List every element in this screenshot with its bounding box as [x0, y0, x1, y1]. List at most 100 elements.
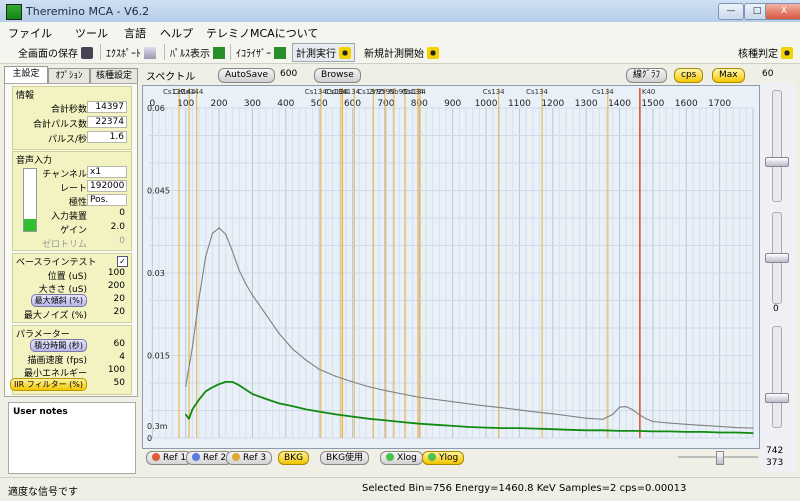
x-tick-label: 800 — [411, 99, 428, 109]
spectrum-data-point — [625, 406, 627, 408]
minimize-button[interactable]: — — [718, 3, 744, 20]
menu-tools[interactable]: ツール — [75, 25, 108, 41]
spectrum-data-point — [452, 425, 454, 427]
position-value[interactable]: 100 — [87, 268, 127, 280]
x-tick-label: 300 — [244, 99, 261, 109]
max-button[interactable]: Max — [712, 68, 745, 83]
spectrum-chart[interactable]: 0 100 200 300 400 500 600 700 800 900 1000 1100 1200… — [143, 86, 759, 448]
total-pulses-value: 22374 — [87, 116, 127, 128]
spectrum-data-point — [435, 424, 437, 426]
draw-speed-value[interactable]: 4 — [87, 352, 127, 364]
menu-file[interactable]: ファイル — [8, 25, 52, 41]
integration-time-value[interactable]: 60 — [87, 339, 127, 351]
baseline-row: 最大ノイズ (%) 20 — [23, 307, 127, 321]
spectrum-data-point — [602, 429, 604, 431]
menu-language[interactable]: 言語 — [124, 25, 146, 41]
integration-time-button[interactable]: 積分時間 (秒) — [30, 339, 87, 352]
menu-about[interactable]: テレミノMCAについて — [206, 25, 318, 41]
zero-trim-value[interactable]: 0 — [87, 236, 127, 248]
spectrum-data-point — [452, 401, 454, 403]
baseline-enable-checkbox[interactable]: ✓ — [117, 256, 128, 267]
x-tick-label: 1200 — [541, 99, 564, 109]
spectrum-data-point — [468, 403, 470, 405]
vertical-slider-1[interactable] — [772, 90, 782, 202]
spectrum-data-point — [685, 423, 687, 425]
graph-type-button[interactable]: 線ｸﾞﾗﾌ — [626, 68, 668, 83]
x-tick-label: 1300 — [575, 99, 598, 109]
max-value[interactable]: 60 — [762, 69, 773, 79]
audio-row: ゲイン 2.0 — [60, 222, 127, 236]
xlog-button[interactable]: Xlog — [380, 451, 423, 465]
gain-value[interactable]: 2.0 — [87, 222, 127, 234]
size-value[interactable]: 200 — [87, 281, 127, 293]
y-tick-label: 0.06 — [147, 104, 165, 113]
vertical-slider-3[interactable] — [772, 326, 782, 428]
max-noise-value[interactable]: 20 — [87, 307, 127, 319]
autosave-interval[interactable]: 600 — [280, 69, 297, 79]
autosave-button[interactable]: AutoSave — [218, 68, 275, 83]
bkg-use-button[interactable]: BKG使用 — [320, 451, 370, 465]
spectrum-data-point — [669, 422, 671, 424]
save-screen-button[interactable]: 全画面の保存 — [18, 45, 93, 60]
spectrum-data-point — [652, 430, 654, 432]
close-button[interactable]: X — [765, 3, 800, 20]
cps-button[interactable]: cps — [674, 68, 704, 83]
new-run-button[interactable]: 新規計測開始 — [364, 45, 439, 60]
vertical-slider-2-knob[interactable] — [765, 253, 789, 263]
export-button[interactable]: ｴｸｽﾎﾟｰﾄ — [106, 45, 156, 60]
tab-nuclide[interactable]: 核種設定 — [90, 68, 138, 84]
spectrum-data-point — [251, 294, 253, 296]
title-bar[interactable]: Theremino MCA - V6.2 — □ X — [0, 0, 800, 23]
horizontal-slider-knob[interactable] — [716, 451, 724, 465]
bkg-button[interactable]: BKG — [278, 451, 310, 465]
y-tick-label: 0.03 — [147, 269, 165, 278]
nuclide-id-button[interactable]: 核種判定 — [738, 45, 793, 60]
vertical-slider-3-knob[interactable] — [765, 393, 789, 403]
channel-select[interactable]: x1 — [87, 166, 127, 178]
spectrum-data-point — [198, 297, 200, 299]
right-value-2: 373 — [766, 458, 784, 468]
run-button[interactable]: 計測実行 — [292, 43, 355, 62]
polarity-select[interactable]: Pos. — [87, 194, 127, 206]
spectrum-label: スペクトル — [146, 72, 196, 83]
x-tick-label: 600 — [344, 99, 361, 109]
spectrum-data-point — [602, 418, 604, 420]
spectrum-data-point — [685, 431, 687, 433]
spectrum-data-point — [185, 385, 187, 387]
y-tick-label: 0.015 — [147, 352, 170, 361]
spectrum-data-point — [552, 413, 554, 415]
user-notes-panel[interactable]: User notes — [8, 402, 136, 474]
pulse-view-button[interactable]: ﾊﾟﾙｽ表示 — [170, 45, 225, 60]
tab-options[interactable]: ｵﾌﾟｼｮﾝ — [48, 68, 90, 84]
spectrum-data-point — [368, 386, 370, 388]
spectrum-data-point — [251, 393, 253, 395]
ref3-button[interactable]: Ref 3 — [226, 451, 273, 465]
iir-filter-value[interactable]: 50 — [87, 378, 127, 390]
x-tick-label: 1700 — [708, 99, 731, 109]
iir-filter-button[interactable]: IIR フィルター (%) — [9, 378, 87, 391]
input-device-value[interactable]: 0 — [87, 208, 127, 220]
equalizer-button[interactable]: ｲｺﾗｲｻﾞｰ — [236, 45, 286, 60]
right-controls: 0 742 373 — [760, 82, 796, 472]
max-slope-value[interactable]: 20 — [87, 294, 127, 306]
rate-select[interactable]: 192000 — [87, 180, 127, 192]
min-energy-value[interactable]: 100 — [87, 365, 127, 377]
spectrum-data-point — [352, 416, 354, 418]
vertical-slider-1-knob[interactable] — [765, 157, 789, 167]
selected-bin-label: K40 — [642, 88, 656, 96]
spectrum-data-point — [702, 424, 704, 426]
status-bar: 適度な信号です Selected Bin=756 Energy=1460.8 K… — [0, 477, 800, 501]
ref2-color-icon — [192, 453, 200, 461]
nuclide-marker-label: Ce144 — [181, 88, 204, 96]
ylog-button[interactable]: Ylog — [422, 451, 465, 465]
spectrum-plot-area[interactable]: 0 100 200 300 400 500 600 700 800 900 1000 1100 1200… — [142, 85, 760, 449]
spectrum-data-point — [368, 418, 370, 420]
spectrum-data-point — [585, 417, 587, 419]
max-slope-button[interactable]: 最大傾斜 (%) — [30, 294, 87, 307]
spectrum-data-point — [418, 423, 420, 425]
tab-main[interactable]: 主設定 — [4, 66, 48, 84]
browse-button[interactable]: Browse — [314, 68, 361, 83]
menu-help[interactable]: ヘルプ — [160, 25, 193, 41]
spectrum-data-point — [305, 359, 307, 361]
audio-row: レート 192000 — [13, 180, 131, 194]
